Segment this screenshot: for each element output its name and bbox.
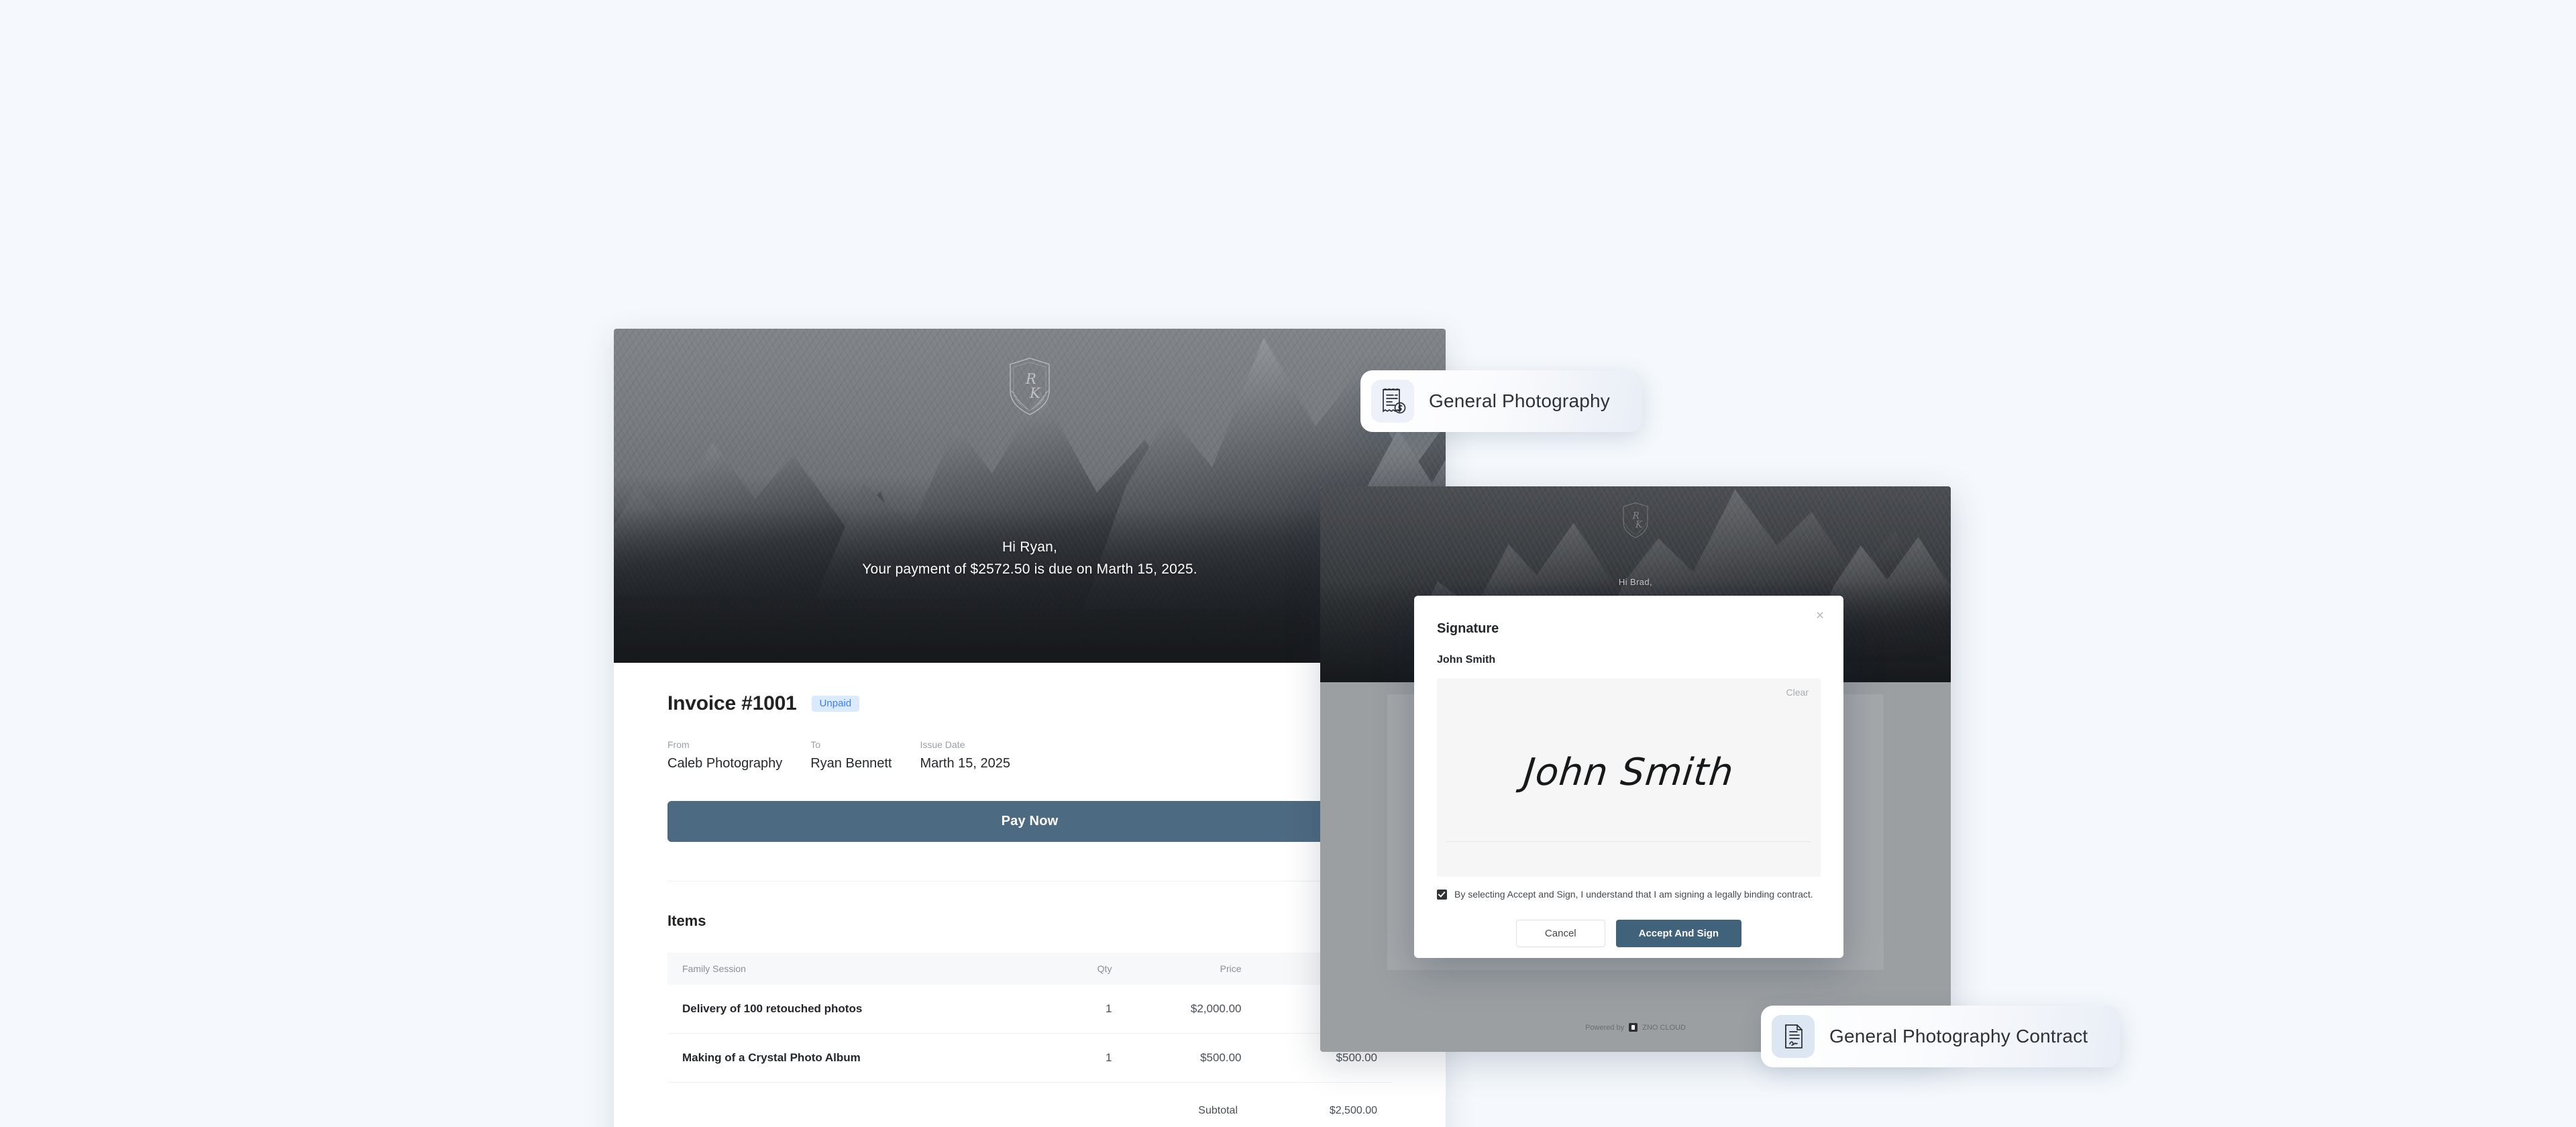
signature-ink: John Smith <box>1521 751 1736 794</box>
column-header-description: Family Session <box>667 953 1061 985</box>
signature-modal: × Signature John Smith Clear John Smith … <box>1414 596 1843 958</box>
invoice-title-row: Invoice #1001 Unpaid <box>667 692 1392 715</box>
signature-baseline <box>1446 841 1811 842</box>
signature-canvas[interactable]: Clear John Smith <box>1437 678 1821 877</box>
invoice-totals: Subtotal $2,500.00 Discount -$50.00 GST(… <box>667 1100 1392 1127</box>
pay-now-button[interactable]: Pay Now <box>667 801 1392 842</box>
brand-name: ZNO CLOUD <box>1642 1023 1686 1032</box>
cell-price: $500.00 <box>1120 1033 1250 1083</box>
cancel-button[interactable]: Cancel <box>1515 920 1605 947</box>
total-value: $2,500.00 <box>1329 1105 1377 1116</box>
total-row-subtotal: Subtotal $2,500.00 <box>667 1100 1392 1122</box>
consent-row: By selecting Accept and Sign, I understa… <box>1437 889 1821 900</box>
consent-checkbox[interactable] <box>1437 889 1447 900</box>
cell-qty: 1 <box>1060 1033 1120 1083</box>
contract-signed-document-icon <box>1772 1015 1815 1058</box>
svg-text:K: K <box>1029 385 1041 401</box>
pill-general-photography-contract[interactable]: General Photography Contract <box>1761 1006 2121 1067</box>
cell-qty: 1 <box>1060 985 1120 1034</box>
meta-value: Ryan Bennett <box>810 756 892 771</box>
cell-description: Making of a Crystal Photo Album <box>667 1033 1061 1083</box>
meta-label: To <box>810 739 821 750</box>
close-icon[interactable]: × <box>1811 606 1829 624</box>
table-row: Making of a Crystal Photo Album 1 $500.0… <box>667 1033 1392 1083</box>
status-badge: Unpaid <box>811 696 860 712</box>
powered-by-label: Powered by <box>1585 1023 1625 1032</box>
clear-signature-button[interactable]: Clear <box>1786 687 1809 698</box>
invoice-meta: From Caleb Photography To Ryan Bennett I… <box>667 739 1392 771</box>
contract-greeting: Hi Brad, <box>1618 577 1653 587</box>
table-header-row: Family Session Qty Price Amount <box>667 953 1392 985</box>
invoice-receipt-icon <box>1371 380 1414 423</box>
monogram-shield-icon: R K <box>1623 502 1648 539</box>
cell-price: $2,000.00 <box>1120 985 1250 1034</box>
pill-label: General Photography <box>1429 390 1610 411</box>
accept-and-sign-button[interactable]: Accept And Sign <box>1615 920 1742 947</box>
total-label: Subtotal <box>1198 1105 1238 1116</box>
signer-name: John Smith <box>1437 654 1496 665</box>
table-row: Delivery of 100 retouched photos 1 $2,00… <box>667 985 1392 1034</box>
meta-from: From Caleb Photography <box>667 739 782 771</box>
svg-text:K: K <box>1635 520 1643 531</box>
monogram-shield-icon: R K <box>1010 358 1050 415</box>
consent-text: By selecting Accept and Sign, I understa… <box>1454 889 1813 900</box>
zno-logo-icon <box>1629 1023 1638 1032</box>
cell-description: Delivery of 100 retouched photos <box>667 985 1061 1034</box>
modal-title: Signature <box>1437 621 1499 636</box>
meta-value: Marth 15, 2025 <box>920 756 1010 771</box>
column-header-qty: Qty <box>1060 953 1120 985</box>
meta-issue-date: Issue Date Marth 15, 2025 <box>920 739 1010 771</box>
pill-general-photography[interactable]: General Photography <box>1360 370 1642 432</box>
meta-to: To Ryan Bennett <box>810 739 892 771</box>
total-row-discount: Discount -$50.00 <box>667 1122 1392 1127</box>
modal-actions: Cancel Accept And Sign <box>1437 920 1821 947</box>
pill-label: General Photography Contract <box>1829 1026 2088 1046</box>
column-header-price: Price <box>1120 953 1250 985</box>
invoice-items-table: Family Session Qty Price Amount Delivery… <box>667 953 1392 1083</box>
canvas: R K Hi Ryan, Your payment of $2572.50 is… <box>0 0 2576 1127</box>
invoice-title: Invoice #1001 <box>667 692 797 714</box>
meta-value: Caleb Photography <box>667 756 783 771</box>
meta-label: From <box>667 739 690 750</box>
meta-label: Issue Date <box>920 739 965 750</box>
